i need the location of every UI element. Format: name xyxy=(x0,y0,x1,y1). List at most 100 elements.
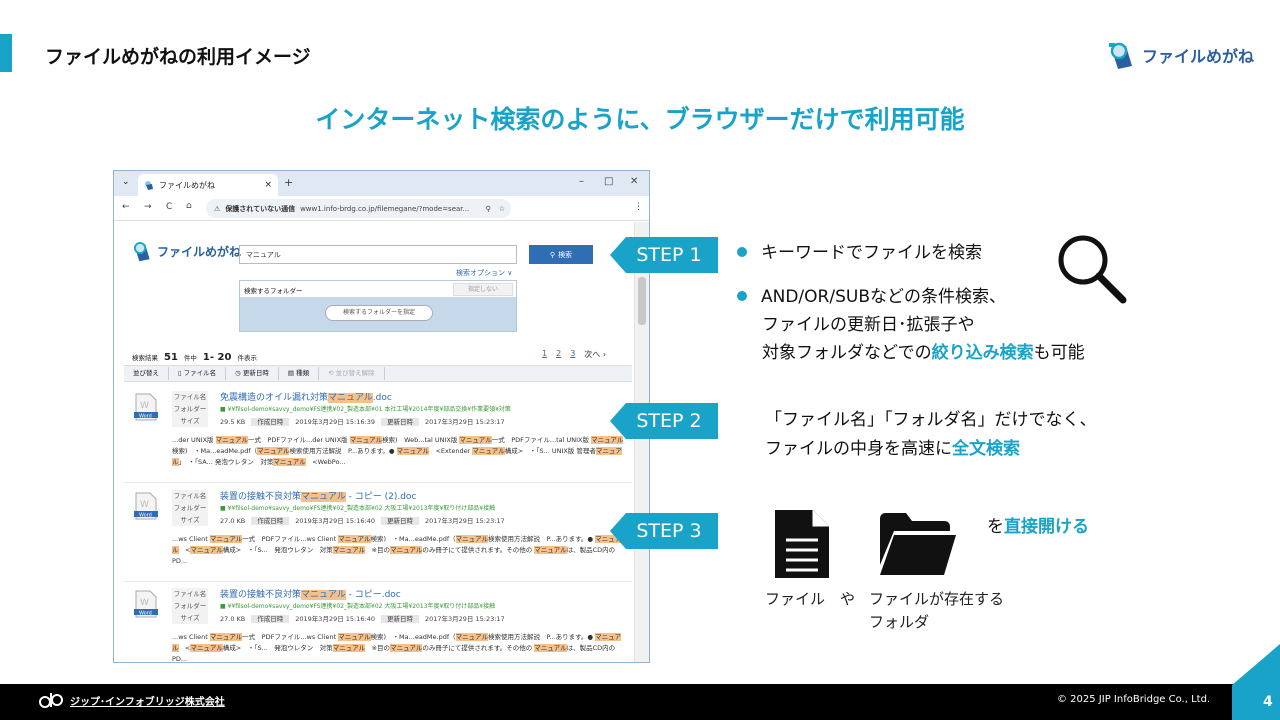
sort-type-label: 種類 xyxy=(296,369,310,377)
scrollbar-thumb[interactable] xyxy=(638,277,646,325)
created-date: 2019年3月29日 15:16:40 xyxy=(295,517,375,525)
result-folder-path[interactable]: ■ ¥¥filsol-demo¥savvy_demo¥FS連携¥02_製造本部¥… xyxy=(220,503,495,512)
close-window-button[interactable]: ✕ xyxy=(630,176,638,187)
insecure-label: 保護されていない通信 xyxy=(225,204,296,213)
bullet-emphasis: 絞り込み検索 xyxy=(931,343,1034,363)
folder-icon xyxy=(880,513,956,575)
keyword-highlight: マニュアル xyxy=(332,546,366,554)
step2-emphasis: 全文検索 xyxy=(952,439,1020,459)
browser-tab[interactable]: ファイルめがね × xyxy=(138,174,278,196)
result-row[interactable]: W Word ファイル名 フォルダー サイズ 装置の接触不良対策マニュアル - コ… xyxy=(124,484,632,582)
result-snippet: ...ws Client マニュアル一式 PDFファイル...ws Client… xyxy=(172,633,622,662)
title-accent-bar xyxy=(0,34,12,72)
keyword-highlight: マニュアル xyxy=(332,644,366,652)
page-link[interactable]: 1 xyxy=(542,349,547,360)
keyword-highlight: マニュアル xyxy=(273,458,306,466)
folder-unset-button[interactable]: 指定しない xyxy=(453,283,513,296)
result-row[interactable]: W Word ファイル名 フォルダー サイズ 免震構造のオイル漏れ対策マニュアル.… xyxy=(124,385,632,483)
search-options-link[interactable]: 検索オプション ∨ xyxy=(456,268,512,278)
bullet-text: AND/OR/SUBなどの条件検索、 xyxy=(761,287,1006,307)
result-folder-path[interactable]: ■ ¥¥filsol-demo¥savvy_demo¥FS連携¥02_製造本部¥… xyxy=(220,601,495,610)
meta-label: フォルダー xyxy=(172,600,208,612)
maximize-button[interactable]: □ xyxy=(604,176,613,187)
result-folder-path[interactable]: ■ ¥¥filsol-demo¥savvy_demo¥FS連携¥02_製造本部¥… xyxy=(220,404,511,413)
result-meta-labels: ファイル名 フォルダー サイズ xyxy=(172,391,214,427)
result-row[interactable]: W Word ファイル名 フォルダー サイズ 装置の接触不良対策マニュアル - コ… xyxy=(124,582,632,662)
keyword-highlight: マニュアル xyxy=(455,633,488,641)
clock-icon: ◷ xyxy=(235,369,243,377)
step2-line: ファイルの中身を高速に全文検索 xyxy=(765,435,1097,464)
new-tab-button[interactable]: + xyxy=(284,176,293,189)
updated-date: 2017年3月29日 15:23:17 xyxy=(424,615,505,623)
next-page-link[interactable]: 次へ › xyxy=(584,349,606,360)
page-scrollbar[interactable] xyxy=(634,222,649,662)
updated-date: 2017年3月29日 15:23:17 xyxy=(424,517,505,525)
svg-text:Word: Word xyxy=(139,414,152,420)
filename-highlight: マニュアル xyxy=(301,590,346,600)
search-input[interactable]: マニュアル xyxy=(239,245,517,264)
keyword-highlight: マニュアル xyxy=(390,644,423,652)
brand-logo: ファイルめがね xyxy=(1108,40,1254,70)
step1-badge: STEP 1 xyxy=(610,237,718,273)
sort-type-button[interactable]: ▤ 種類 xyxy=(279,367,320,380)
page-link[interactable]: 3 xyxy=(570,349,575,360)
back-icon[interactable]: ← xyxy=(122,202,130,212)
bullet-text: ファイルの更新日･拡張子や xyxy=(762,315,975,335)
magnifier-logo-icon xyxy=(1109,42,1132,69)
home-icon[interactable]: ⌂ xyxy=(186,201,192,211)
select-folder-button[interactable]: 検索するフォルダーを指定 xyxy=(325,305,433,321)
svg-text:W: W xyxy=(140,401,149,411)
file-size: 27.0 KB xyxy=(220,517,246,525)
bookmark-star-icon[interactable]: ☆ xyxy=(499,205,505,213)
result-size-dates: 27.0 KB 作成日時 2019年3月29日 15:16:40 更新日時 2017年3… xyxy=(220,613,505,623)
tab-list-icon[interactable]: ⌄ xyxy=(122,177,130,187)
search-icon: ⚲ xyxy=(549,250,556,259)
forward-icon[interactable]: → xyxy=(144,202,152,212)
updated-date: 2017年3月29日 15:23:17 xyxy=(424,418,505,426)
pagination: 1 2 3 次へ › xyxy=(542,349,606,360)
result-filename-link[interactable]: 装置の接触不良対策マニュアル - コピー (2).doc xyxy=(220,489,416,502)
minimize-button[interactable]: – xyxy=(579,176,584,187)
keyword-highlight: マニュアル xyxy=(459,436,492,444)
created-date: 2019年3月29日 15:16:40 xyxy=(295,615,375,623)
step3-description: を直接開ける xyxy=(987,513,1089,542)
url-bar[interactable]: ⚠ 保護されていない通信 www1.info-brdg.co.jp/fileme… xyxy=(206,199,511,218)
updated-label: 更新日時 xyxy=(380,517,419,525)
brand-logo-text: ファイルめがね xyxy=(1142,47,1255,66)
reload-icon[interactable]: C xyxy=(166,202,172,212)
browser-menu-icon[interactable]: ⋮ xyxy=(634,202,643,212)
folder-header: 検索するフォルダー 指定しない xyxy=(240,281,516,298)
app-logo[interactable]: ファイルめがね xyxy=(132,240,241,262)
keyword-highlight: マニュアル xyxy=(338,633,371,641)
company-mark-icon xyxy=(39,693,63,708)
keyword-highlight: マニュアル xyxy=(215,436,248,444)
filename-highlight: マニュアル xyxy=(328,393,373,403)
result-filename-link[interactable]: 免震構造のオイル漏れ対策マニュアル.doc xyxy=(220,390,392,403)
zoom-icon[interactable]: ⚲ xyxy=(486,205,491,213)
meta-label: サイズ xyxy=(172,514,208,526)
slide: ファイルめがねの利用イメージ ファイルめがね インターネット検索のように、ブラウ… xyxy=(0,0,1280,720)
keyword-highlight: マニュアル xyxy=(209,633,243,641)
tab-close-icon[interactable]: × xyxy=(264,180,272,190)
sort-updated-button[interactable]: ◷ 更新日時 xyxy=(226,367,279,380)
updated-label: 更新日時 xyxy=(380,418,419,426)
updated-label: 更新日時 xyxy=(380,615,419,623)
sort-clear-button[interactable]: ⟲ 並び替え解除 xyxy=(319,367,385,380)
sort-filename-button[interactable]: ▯ ファイル名 xyxy=(169,367,227,380)
result-meta-labels: ファイル名 フォルダー サイズ xyxy=(172,490,214,526)
keyword-highlight: マニュアル xyxy=(591,436,624,444)
step3-emphasis: 直接開ける xyxy=(1004,517,1089,537)
word-file-icon: W Word xyxy=(134,492,158,520)
bullet-condition-search: AND/OR/SUBなどの条件検索、 ファイルの更新日･拡張子や 対象フォルダな… xyxy=(737,283,1085,367)
app-logo-icon xyxy=(134,242,150,262)
meta-label: ファイル名 xyxy=(172,588,208,600)
result-snippet: ...der UNIX版 マニュアル一式 PDFファイル...der UNIX版… xyxy=(172,436,624,466)
filename-part: - コピー (2).doc xyxy=(345,492,417,502)
page-link[interactable]: 2 xyxy=(556,349,561,360)
results-count: 51 xyxy=(164,351,178,363)
folder-caption-line: フォルダ xyxy=(869,613,930,631)
type-icon: ▤ xyxy=(287,369,297,377)
search-button[interactable]: ⚲ 検索 xyxy=(529,245,593,264)
copyright: © 2025 JIP InfoBridge Co., Ltd. xyxy=(1057,694,1211,705)
result-filename-link[interactable]: 装置の接触不良対策マニュアル - コピー.doc xyxy=(220,587,401,600)
